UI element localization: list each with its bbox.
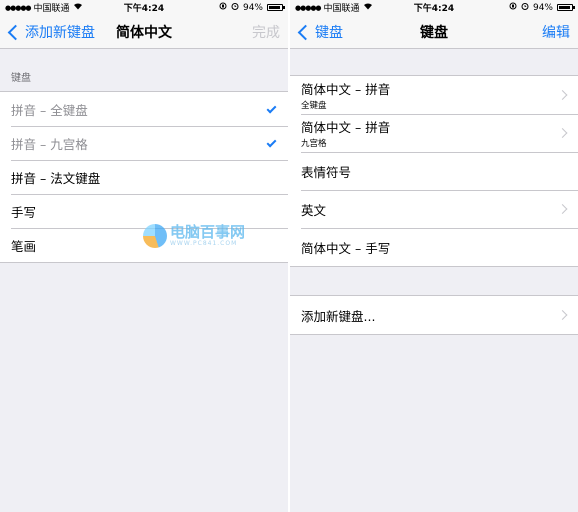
list-item-label: 表情符号: [301, 164, 352, 180]
list-item-subtitle: 全键盘: [301, 101, 327, 111]
chevron-left-icon: [7, 24, 24, 40]
rotation-lock-icon: [509, 2, 517, 13]
list-item-label: 简体中文 – 拼音: [301, 82, 391, 97]
list-item-label: 英文: [301, 202, 327, 218]
carrier-label: 中国联通: [323, 4, 360, 14]
battery-percent: 94%: [532, 2, 553, 13]
list-item-pinyin-azerty[interactable]: 拼音 – 法文键盘: [0, 160, 288, 194]
list-item-label: 笔画: [11, 238, 37, 254]
list-item-subtitle: 九宫格: [301, 139, 327, 149]
add-keyboard-button[interactable]: 添加新键盘...: [290, 296, 578, 334]
battery-icon: [267, 4, 285, 11]
list-item-label: 拼音 – 九宫格: [11, 136, 88, 152]
back-label: 键盘: [315, 25, 343, 41]
add-keyboard-label: 添加新键盘...: [301, 308, 376, 324]
list-item-handwriting[interactable]: 简体中文 – 手写: [290, 228, 578, 266]
wifi-icon: [363, 2, 373, 13]
done-button[interactable]: 完成: [252, 15, 280, 49]
list-item-stroke[interactable]: 笔画: [0, 228, 288, 262]
list-item-english[interactable]: 英文: [290, 190, 578, 228]
keyboards-list: 简体中文 – 拼音 全键盘 简体中文 – 拼音 九宫格 表情符号 英文 简体中文…: [290, 75, 578, 267]
checkmark-icon: [266, 137, 277, 148]
list-item-label: 拼音 – 法文键盘: [11, 170, 101, 186]
wifi-icon: [73, 2, 83, 13]
battery-percent: 94%: [242, 2, 263, 13]
keyboard-layout-list: 拼音 – 全键盘 拼音 – 九宫格 拼音 – 法文键盘 手写 笔画: [0, 91, 288, 263]
list-item-emoji[interactable]: 表情符号: [290, 152, 578, 190]
signal-icon: ●●●●●: [5, 3, 32, 12]
back-button[interactable]: 键盘: [296, 15, 343, 49]
list-item-pinyin-qwerty[interactable]: 简体中文 – 拼音 全键盘: [290, 76, 578, 114]
section-header: 键盘: [11, 73, 31, 84]
list-item-label: 拼音 – 全键盘: [11, 102, 88, 118]
add-keyboard-group: 添加新键盘...: [290, 295, 578, 335]
list-item-pinyin-10key[interactable]: 拼音 – 九宫格: [0, 126, 288, 160]
nav-bar: 添加新键盘 简体中文 完成: [0, 15, 288, 49]
status-bar: ●●●●● 中国联通 下午4:24 94%: [0, 0, 288, 15]
status-bar: ●●●●● 中国联通 下午4:24 94%: [290, 0, 578, 15]
battery-icon: [557, 4, 575, 11]
alarm-icon: [521, 2, 529, 13]
back-label: 添加新键盘: [25, 25, 95, 41]
carrier-label: 中国联通: [33, 4, 70, 14]
back-button[interactable]: 添加新键盘: [6, 15, 95, 49]
list-item-pinyin-qwerty[interactable]: 拼音 – 全键盘: [0, 92, 288, 126]
rotation-lock-icon: [219, 2, 227, 13]
left-screen: ●●●●● 中国联通 下午4:24 94% 添加新键盘 简体中文 完成 键盘 拼…: [0, 0, 288, 512]
chevron-left-icon: [297, 24, 314, 40]
list-item-label: 手写: [11, 204, 37, 220]
signal-icon: ●●●●●: [295, 3, 322, 12]
list-item-handwriting[interactable]: 手写: [0, 194, 288, 228]
list-item-pinyin-10key[interactable]: 简体中文 – 拼音 九宫格: [290, 114, 578, 152]
checkmark-icon: [266, 103, 277, 114]
list-item-label: 简体中文 – 拼音: [301, 120, 391, 135]
nav-bar: 键盘 键盘 编辑: [290, 15, 578, 49]
list-item-label: 简体中文 – 手写: [301, 240, 391, 256]
alarm-icon: [231, 2, 239, 13]
edit-button[interactable]: 编辑: [542, 15, 570, 49]
right-screen: ●●●●● 中国联通 下午4:24 94% 键盘 键盘 编辑 简体中文 – 拼音…: [290, 0, 578, 512]
